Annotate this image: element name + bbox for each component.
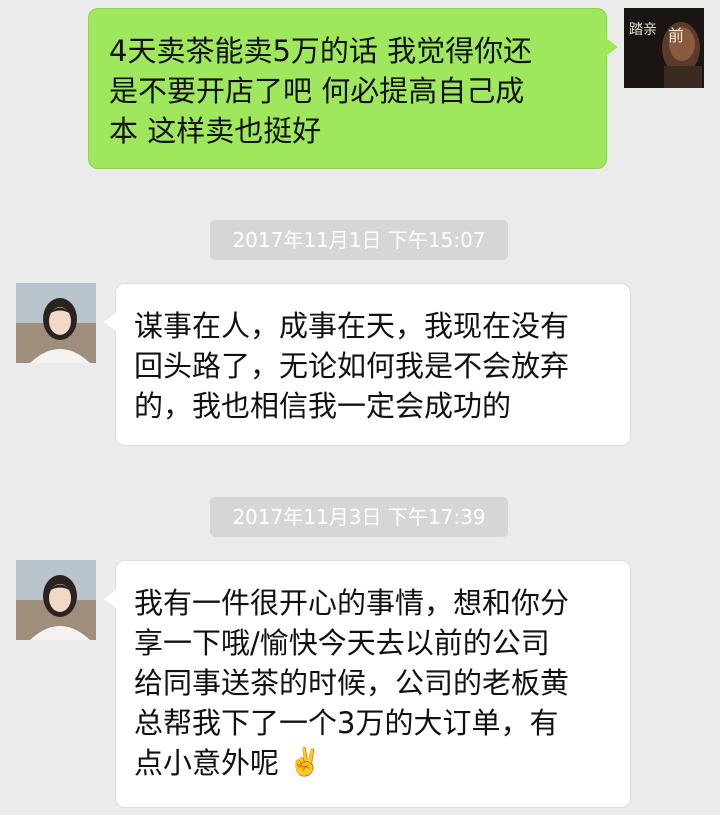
- message-line: 享一下哦/愉快今天去以前的公司: [134, 626, 550, 660]
- svg-text:踏亲: 踏亲: [629, 22, 657, 38]
- contact-avatar[interactable]: [16, 283, 96, 363]
- timestamp-label: 2017年11月3日 下午17:39: [210, 497, 508, 537]
- message-bubble-received[interactable]: 谋事在人，成事在天，我现在没有 回头路了，无论如何我是不会放弃 的，我也相信我一…: [115, 283, 631, 446]
- bubble-tail: [606, 38, 618, 56]
- contact-avatar[interactable]: [16, 560, 96, 640]
- message-bubble-sent[interactable]: 4天卖茶能卖5万的话 我觉得你还 是不要开店了吧 何必提高自己成 本 这样卖也挺…: [88, 8, 607, 169]
- message-line: 总帮我下了一个3万的大订单，有: [134, 706, 559, 740]
- message-line: 回头路了，无论如何我是不会放弃: [134, 349, 570, 383]
- message-line: 我有一件很开心的事情，想和你分: [134, 586, 570, 620]
- bubble-tail: [104, 313, 116, 331]
- svg-text:前: 前: [668, 26, 684, 45]
- message-line-last: 点小意外呢 ✌️: [134, 743, 612, 783]
- message-line: 给同事送茶的时候，公司的老板黄: [134, 666, 570, 700]
- message-line: 是不要开店了吧 何必提高自己成: [109, 74, 525, 108]
- timestamp-label: 2017年11月1日 下午15:07: [210, 220, 508, 260]
- message-line: 的，我也相信我一定会成功的: [134, 389, 512, 423]
- message-line: 4天卖茶能卖5万的话 我觉得你还: [109, 34, 533, 68]
- message-line: 本 这样卖也挺好: [109, 114, 322, 148]
- message-line: 谋事在人，成事在天，我现在没有: [134, 309, 570, 343]
- self-avatar[interactable]: 踏亲 前: [624, 8, 704, 88]
- message-bubble-received[interactable]: 我有一件很开心的事情，想和你分 享一下哦/愉快今天去以前的公司 给同事送茶的时候…: [115, 560, 631, 808]
- message-line: 点小意外呢: [134, 746, 280, 780]
- bubble-tail: [104, 590, 116, 608]
- victory-hand-emoji: ✌️: [288, 747, 322, 778]
